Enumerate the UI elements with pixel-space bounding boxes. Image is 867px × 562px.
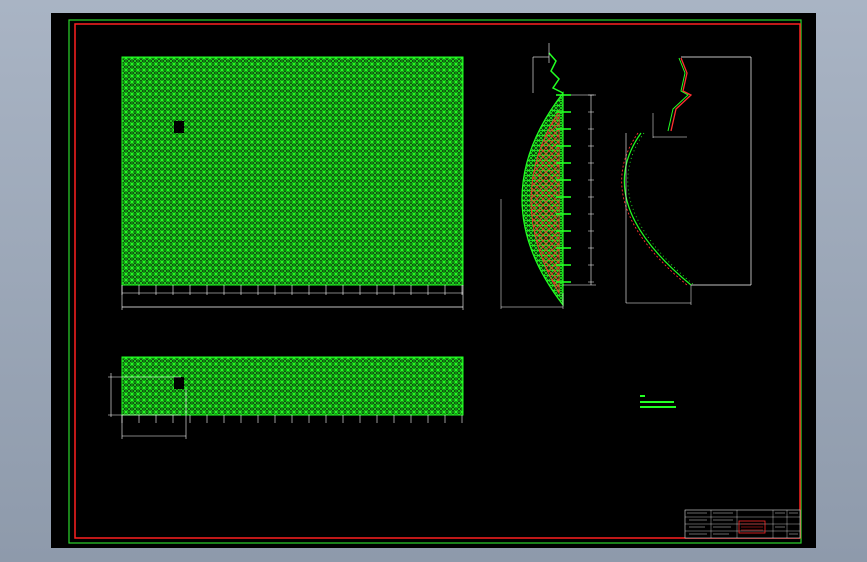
plan-view[interactable]: [121, 56, 464, 310]
drawing-sheet[interactable]: [51, 13, 816, 548]
legend-note: [640, 395, 676, 408]
elevation-view[interactable]: [621, 56, 752, 305]
section-view[interactable]: [500, 43, 596, 309]
title-block[interactable]: [684, 509, 801, 539]
strip-view[interactable]: [108, 356, 464, 439]
cad-canvas[interactable]: [51, 13, 816, 548]
